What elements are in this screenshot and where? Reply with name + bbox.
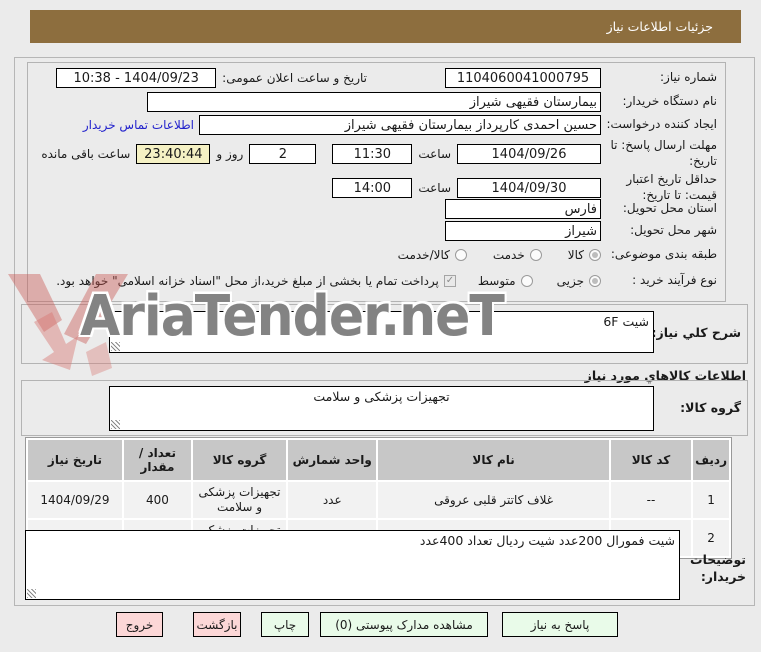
row-requester: ایجاد کننده درخواست: حسین احمدی کارپرداز… [34, 114, 717, 136]
col-item-name: نام کالا [378, 440, 609, 480]
col-item-code: کد کالا [610, 440, 692, 480]
deadline-time-field[interactable]: 11:30 [332, 144, 413, 164]
print-button[interactable]: چاپ [261, 612, 309, 637]
process-option-minor-label: جزیی [556, 274, 584, 288]
cell-need-date: 1404/09/29 [28, 482, 122, 518]
radio-selected-icon[interactable] [589, 275, 601, 287]
row-deadline: مهلت ارسال پاسخ: تا تاریخ: 1404/09/26 سا… [34, 137, 717, 171]
goods-group-textarea[interactable]: تجهیزات پزشکی و سلامت [109, 386, 654, 431]
col-group: گروه کالا [192, 440, 287, 480]
buyer-org-field[interactable]: بیمارستان فقیهی شیراز [147, 92, 601, 112]
province-field[interactable]: فارس [445, 199, 601, 219]
need-info-panel: شماره نیاز: 1104060041000795 تاریخ و ساع… [27, 62, 726, 302]
payment-note-option[interactable]: ✓ پرداخت تمام یا بخشی از مبلغ خرید،از مح… [56, 274, 456, 288]
view-attachments-button[interactable]: مشاهده مدارک پیوستی (0) [320, 612, 488, 637]
checked-checkbox-icon[interactable]: ✓ [443, 275, 456, 287]
buyer-notes-value: شیت فمورال 200عدد شیت ردیال تعداد 400عدد [419, 533, 675, 548]
province-label: استان محل تحویل: [622, 201, 717, 216]
page-title-text: جزئیات اطلاعات نیاز [606, 19, 713, 34]
countdown-suffix-label: ساعت باقی مانده [41, 147, 131, 161]
row-city: شهر محل تحویل: شیراز [34, 220, 717, 242]
row-category: طبقه بندی موضوعی: کالا خدمت کالا/خدمت [34, 244, 717, 266]
page-title: جزئیات اطلاعات نیاز [30, 10, 741, 43]
requester-label: ایجاد کننده درخواست: [606, 117, 717, 132]
category-option-service[interactable]: خدمت [493, 248, 542, 262]
col-need-date: تاریخ نیاز [28, 440, 122, 480]
col-row-number: ردیف [693, 440, 729, 480]
category-label: طبقه بندی موضوعی: [610, 247, 717, 262]
category-option-goods[interactable]: کالا [568, 248, 601, 262]
cell-item-name: غلاف کاتتر قلبی عروقی [378, 482, 609, 518]
radio-unselected-icon[interactable] [454, 249, 467, 261]
need-description-value: شیت 6F [603, 314, 649, 329]
row-buyer-org: نام دستگاه خریدار: بیمارستان فقیهی شیراز [34, 91, 717, 113]
process-option-medium-label: متوسط [477, 274, 516, 288]
cell-quantity: 400 [123, 482, 191, 518]
cell-item-code: -- [610, 482, 692, 518]
payment-note-label: پرداخت تمام یا بخشی از مبلغ خرید،از محل … [56, 274, 439, 288]
price-validity-hour-label: ساعت [418, 181, 451, 195]
days-suffix-label: روز و [216, 147, 244, 161]
radio-unselected-icon[interactable] [529, 249, 542, 261]
days-remaining-field[interactable]: 2 [249, 144, 317, 164]
process-option-medium[interactable]: متوسط [478, 274, 533, 288]
resize-handle-icon[interactable] [27, 589, 36, 598]
table-row: 1 -- غلاف کاتتر قلبی عروقی عدد تجهیزات پ… [28, 482, 729, 518]
need-description-panel: شرح کلي نیاز: شیت 6F [21, 304, 748, 364]
col-quantity: تعداد / مقدار [123, 440, 191, 480]
tender-detail-page: { "header": {"title": "جزئیات اطلاعات نی… [0, 0, 761, 652]
need-description-textarea[interactable]: شیت 6F [109, 311, 654, 353]
row-province: استان محل تحویل: فارس [34, 198, 717, 220]
process-type-label: نوع فرآیند خرید : [632, 273, 717, 288]
respond-to-need-button[interactable]: پاسخ به نیاز [502, 612, 618, 637]
exit-button[interactable]: خروج [116, 612, 163, 637]
cell-row-number: 2 [693, 520, 729, 556]
deadline-hour-label: ساعت [418, 147, 451, 161]
radio-selected-icon[interactable] [589, 249, 601, 261]
deadline-date-field[interactable]: 1404/09/26 [457, 144, 601, 164]
deadline-label: مهلت ارسال پاسخ: تا تاریخ: [610, 138, 717, 168]
content-container: شماره نیاز: 1104060041000795 تاریخ و ساع… [14, 57, 755, 606]
announce-datetime-field[interactable]: 1404/09/23 - 10:38 [56, 68, 217, 88]
city-label: شهر محل تحویل: [630, 223, 717, 238]
row-need-number: شماره نیاز: 1104060041000795 تاریخ و ساع… [34, 67, 717, 89]
cell-row-number: 1 [693, 482, 729, 518]
category-option-goods-label: کالا [567, 248, 584, 262]
goods-group-panel: گروه کالا: تجهیزات پزشکی و سلامت [21, 380, 748, 436]
goods-group-value: تجهیزات پزشکی و سلامت [313, 389, 450, 404]
goods-table-header-row: ردیف کد کالا نام کالا واحد شمارش گروه کا… [28, 440, 729, 480]
radio-unselected-icon[interactable] [520, 275, 533, 287]
resize-handle-icon[interactable] [111, 342, 120, 351]
city-field[interactable]: شیراز [445, 221, 601, 241]
row-process-type: نوع فرآیند خرید : جزیی متوسط ✓ پرداخت تم… [34, 270, 717, 292]
category-option-service-label: خدمت [492, 248, 525, 262]
announce-datetime-label: تاریخ و ساعت اعلان عمومی: [222, 71, 367, 85]
cell-group: تجهیزات پزشکی و سلامت [192, 482, 287, 518]
cell-unit: عدد [288, 482, 377, 518]
countdown-timer: 23:40:44 [136, 144, 211, 164]
buyer-org-label: نام دستگاه خریدار: [622, 94, 718, 109]
col-unit: واحد شمارش [288, 440, 377, 480]
category-option-goods-service-label: کالا/خدمت [397, 248, 450, 262]
buyer-contact-link[interactable]: اطلاعات تماس خریدار [83, 118, 194, 132]
need-number-label: شماره نیاز: [660, 70, 717, 85]
need-description-label: شرح کلي نیاز: [651, 325, 741, 340]
goods-group-label: گروه کالا: [680, 400, 741, 415]
action-button-row: پاسخ به نیاز مشاهده مدارک پیوستی (0) چاپ… [116, 612, 618, 637]
buyer-notes-label: توضیحات خریدار: [690, 552, 746, 584]
price-validity-date-field[interactable]: 1404/09/30 [457, 178, 601, 198]
resize-handle-icon[interactable] [111, 420, 120, 429]
category-option-goods-service[interactable]: کالا/خدمت [398, 248, 467, 262]
back-button[interactable]: بازگشت [193, 612, 241, 637]
requester-field[interactable]: حسین احمدی کارپرداز بیمارستان فقیهی شیرا… [199, 115, 601, 135]
price-validity-time-field[interactable]: 14:00 [332, 178, 413, 198]
need-number-field[interactable]: 1104060041000795 [445, 68, 601, 88]
buyer-notes-textarea[interactable]: شیت فمورال 200عدد شیت ردیال تعداد 400عدد [25, 530, 680, 600]
process-option-minor[interactable]: جزیی [557, 274, 601, 288]
